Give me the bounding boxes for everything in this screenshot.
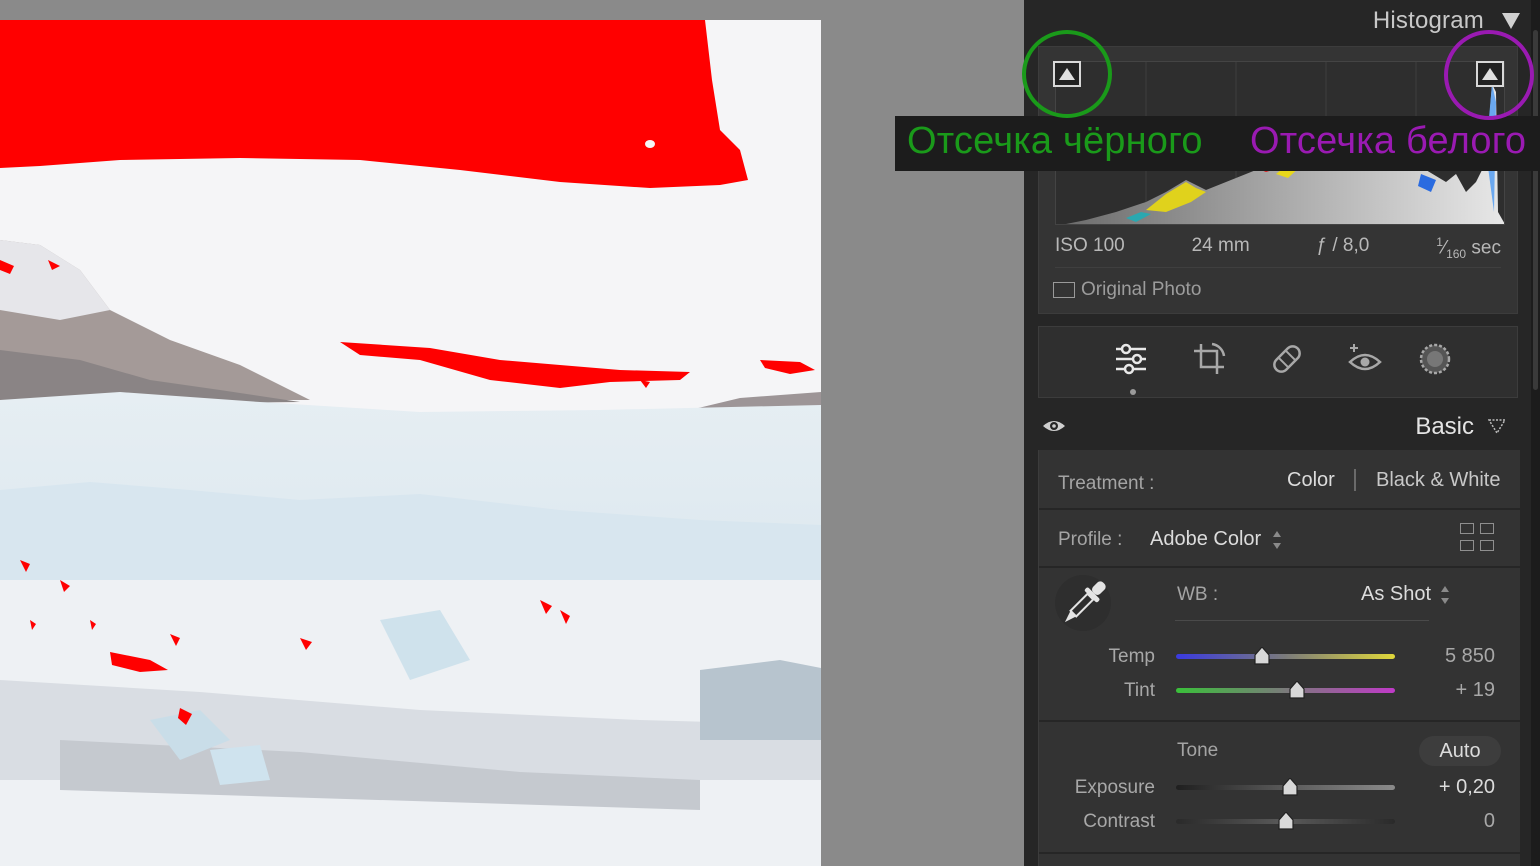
profile-updown-icon[interactable] — [1272, 531, 1282, 549]
original-photo-checkbox[interactable] — [1053, 282, 1075, 298]
profile-label: Profile : — [1058, 529, 1123, 550]
white-clipping-annotation: Отсечка белого — [1250, 120, 1527, 162]
wb-dropdown[interactable]: As Shot — [1361, 583, 1431, 606]
treatment-color-option[interactable]: Color — [1287, 469, 1335, 492]
collapse-triangle-icon[interactable] — [1502, 13, 1520, 29]
section-divider — [1039, 852, 1520, 854]
tint-slider-thumb[interactable] — [1289, 681, 1305, 699]
temp-label: Temp — [1108, 646, 1155, 667]
section-divider — [1039, 720, 1520, 722]
masking-tool[interactable] — [1417, 341, 1453, 377]
exposure-value[interactable]: + 0,20 — [1395, 776, 1495, 799]
active-tool-indicator — [1130, 389, 1136, 395]
sliders-icon — [1116, 343, 1146, 375]
basic-panel-header[interactable]: Basic — [1030, 404, 1520, 450]
photo-image — [0, 20, 821, 866]
histogram-header[interactable]: Histogram — [1038, 0, 1526, 42]
exposure-label: Exposure — [1074, 777, 1155, 798]
profile-browser-grid-icon[interactable] — [1460, 523, 1494, 553]
treatment-separator — [1354, 469, 1356, 491]
original-photo-label: Original Photo — [1081, 279, 1202, 300]
iso-value: ISO 100 — [1055, 235, 1125, 256]
wb-label: WB : — [1177, 584, 1219, 605]
aperture-value: ƒ / 8,0 — [1316, 235, 1370, 256]
temp-value[interactable]: 5 850 — [1395, 645, 1495, 668]
tint-slider-track[interactable] — [1176, 688, 1395, 693]
mask-icon — [1419, 343, 1451, 375]
crop-icon — [1194, 342, 1226, 374]
contrast-slider-thumb[interactable] — [1278, 812, 1294, 830]
red-eye-icon — [1348, 344, 1382, 371]
shutter-unit: sec — [1471, 237, 1501, 259]
bandage-icon — [1273, 345, 1301, 373]
red-eye-tool[interactable] — [1347, 341, 1383, 377]
wb-updown-icon[interactable] — [1440, 586, 1450, 604]
original-photo-toggle[interactable]: Original Photo — [1053, 279, 1201, 301]
black-clipping-annotation: Отсечка чёрного — [907, 120, 1203, 162]
eye-visibility-icon[interactable] — [1042, 418, 1066, 434]
edit-sliders-tool[interactable] — [1113, 341, 1149, 377]
white-clipping-highlight-circle — [1444, 30, 1534, 120]
shutter-numerator: 1 — [1436, 235, 1443, 249]
tone-label: Tone — [1177, 740, 1219, 761]
temp-slider-thumb[interactable] — [1254, 647, 1270, 665]
healing-tool[interactable] — [1269, 341, 1305, 377]
tint-value[interactable]: + 19 — [1395, 679, 1495, 702]
histogram-divider — [1055, 267, 1501, 268]
shutter-value: 1⁄160 sec — [1436, 235, 1501, 262]
contrast-value[interactable]: 0 — [1395, 810, 1495, 833]
basic-panel-body: Treatment : Color Black & White Profile … — [1038, 450, 1520, 866]
temp-slider-track[interactable] — [1176, 654, 1395, 659]
focal-length-value: 24 mm — [1191, 235, 1250, 256]
exif-info-row: ISO 100 24 mm ƒ / 8,0 1⁄160 sec — [1055, 235, 1501, 261]
treatment-label: Treatment : — [1058, 473, 1155, 494]
shutter-denominator: 160 — [1446, 247, 1467, 262]
panel-scrollbar-thumb[interactable] — [1533, 30, 1538, 390]
section-divider — [1039, 508, 1520, 510]
profile-dropdown[interactable]: Adobe Color — [1150, 528, 1261, 551]
basic-panel-title: Basic — [1415, 413, 1474, 440]
section-divider — [1039, 566, 1520, 568]
treatment-bw-option[interactable]: Black & White — [1376, 469, 1500, 492]
crop-tool[interactable] — [1191, 341, 1227, 377]
tool-strip — [1038, 326, 1518, 398]
image-canvas[interactable] — [0, 0, 1024, 866]
tint-label: Tint — [1124, 680, 1155, 701]
auto-tone-button[interactable]: Auto — [1419, 736, 1501, 766]
photo-preview[interactable] — [0, 20, 821, 866]
histogram-title: Histogram — [1372, 7, 1484, 34]
black-clipping-highlight-circle — [1022, 30, 1112, 118]
exposure-slider-thumb[interactable] — [1282, 778, 1298, 796]
panel-menu-triangle-icon[interactable] — [1488, 418, 1506, 434]
white-balance-eyedropper-icon[interactable] — [1053, 572, 1115, 634]
contrast-label: Contrast — [1083, 811, 1155, 832]
wb-divider — [1175, 620, 1429, 621]
